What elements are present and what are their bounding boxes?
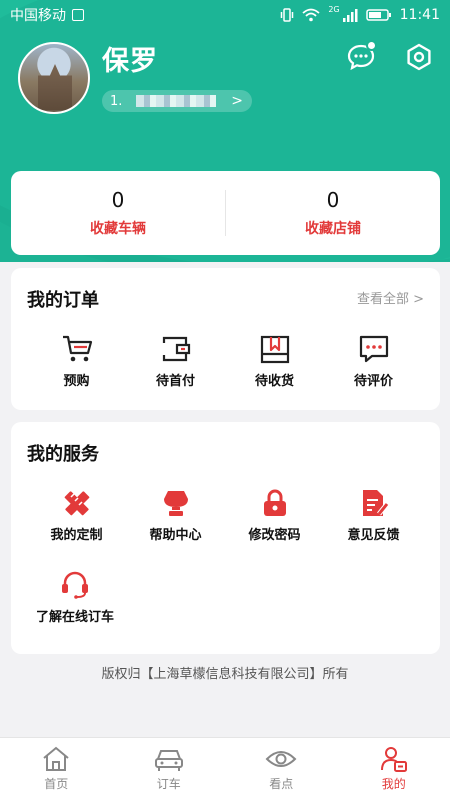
car-icon — [153, 746, 185, 772]
message-button[interactable] — [346, 42, 376, 72]
order-pending-payment-label: 待首付 — [126, 370, 225, 389]
service-help-center-label: 帮助中心 — [126, 524, 225, 543]
settings-button[interactable] — [404, 42, 434, 72]
tab-home[interactable]: 首页 — [0, 738, 113, 801]
bottom-tab-bar: 首页 订车 看点 我的 — [0, 737, 450, 801]
favorite-stores-count: 0 — [226, 188, 440, 212]
favorite-vehicles-label: 收藏车辆 — [11, 218, 225, 238]
services-card: 我的服务 我的定制 帮助中心 修改密码 意见反馈 了解在线订车 — [11, 422, 440, 654]
orders-title: 我的订单 — [27, 286, 99, 312]
home-icon — [41, 746, 71, 772]
tab-highlights-label: 看点 — [225, 775, 338, 792]
avatar[interactable] — [18, 42, 90, 114]
headset-icon — [60, 570, 90, 600]
order-pending-payment[interactable]: 待首付 — [126, 334, 225, 389]
profile-header: 保罗 1. > — [18, 42, 252, 114]
profile-icon — [379, 746, 409, 772]
service-online-ordering-label: 了解在线订车 — [27, 606, 123, 625]
eye-icon — [265, 746, 297, 772]
carrier-name: 中国移动 — [10, 5, 66, 25]
comment-icon — [358, 334, 390, 364]
service-change-password[interactable]: 修改密码 — [225, 488, 324, 543]
service-help-center[interactable]: 帮助中心 — [126, 488, 225, 543]
sim-icon — [72, 9, 84, 21]
favorite-stores[interactable]: 0 收藏店铺 — [226, 188, 440, 238]
battery-icon — [366, 8, 392, 22]
service-change-password-label: 修改密码 — [225, 524, 324, 543]
phone-prefix: 1. — [110, 94, 122, 109]
box-icon — [259, 334, 291, 364]
tab-highlights[interactable]: 看点 — [225, 738, 338, 801]
order-pending-review-label: 待评价 — [324, 370, 423, 389]
signal-icon — [342, 8, 358, 22]
pencil-ruler-icon — [62, 488, 92, 518]
help-icon — [161, 488, 191, 518]
notification-dot — [366, 40, 377, 51]
services-title: 我的服务 — [27, 440, 99, 466]
order-preorder[interactable]: 预购 — [27, 334, 126, 389]
order-pending-receipt[interactable]: 待收货 — [225, 334, 324, 389]
favorites-card: 0 收藏车辆 0 收藏店铺 — [11, 171, 440, 255]
favorite-vehicles-count: 0 — [11, 188, 225, 212]
tab-mine[interactable]: 我的 — [338, 738, 450, 801]
service-feedback-label: 意见反馈 — [324, 524, 423, 543]
tab-order-car[interactable]: 订车 — [113, 738, 226, 801]
service-feedback[interactable]: 意见反馈 — [324, 488, 423, 543]
tab-mine-label: 我的 — [338, 775, 450, 792]
order-preorder-label: 预购 — [27, 370, 126, 389]
tab-order-car-label: 订车 — [113, 775, 226, 792]
service-customization[interactable]: 我的定制 — [27, 488, 126, 543]
vibrate-icon — [280, 8, 294, 22]
clock: 11:41 — [400, 7, 440, 23]
service-customization-label: 我的定制 — [27, 524, 126, 543]
wallet-icon — [160, 334, 192, 364]
feedback-icon — [359, 488, 389, 518]
tab-home-label: 首页 — [0, 775, 113, 792]
favorite-vehicles[interactable]: 0 收藏车辆 — [11, 188, 225, 238]
lock-icon — [260, 488, 290, 518]
copyright-text: 版权归【上海草檬信息科技有限公司】所有 — [0, 663, 450, 682]
order-pending-receipt-label: 待收货 — [225, 370, 324, 389]
service-online-ordering[interactable]: 了解在线订车 — [27, 570, 123, 625]
orders-card: 我的订单 查看全部 > 预购 待首付 待收货 待评价 — [11, 268, 440, 410]
network-type: 2G — [328, 5, 339, 14]
chevron-right-icon: > — [231, 93, 243, 109]
wifi-icon — [302, 8, 320, 22]
phone-number-masked — [136, 95, 216, 107]
settings-icon — [404, 42, 434, 72]
username[interactable]: 保罗 — [102, 44, 252, 80]
status-bar: 中国移动 2G 11:41 — [0, 0, 450, 30]
phone-pill[interactable]: 1. > — [102, 90, 252, 112]
order-pending-review[interactable]: 待评价 — [324, 334, 423, 389]
favorite-stores-label: 收藏店铺 — [226, 218, 440, 238]
cart-icon — [61, 334, 93, 364]
view-all-orders-link[interactable]: 查看全部 > — [357, 288, 424, 307]
